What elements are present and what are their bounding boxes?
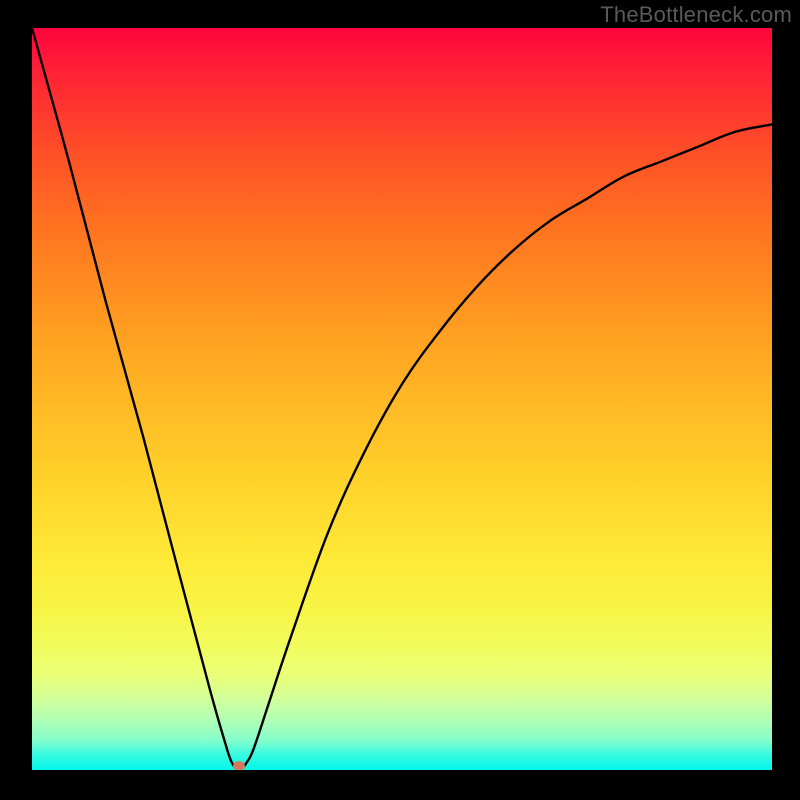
curve-svg [32, 28, 772, 770]
chart-plot-area [32, 28, 772, 770]
bottleneck-curve [32, 28, 772, 770]
watermark-text: TheBottleneck.com [600, 2, 792, 28]
minimum-marker [233, 761, 245, 770]
